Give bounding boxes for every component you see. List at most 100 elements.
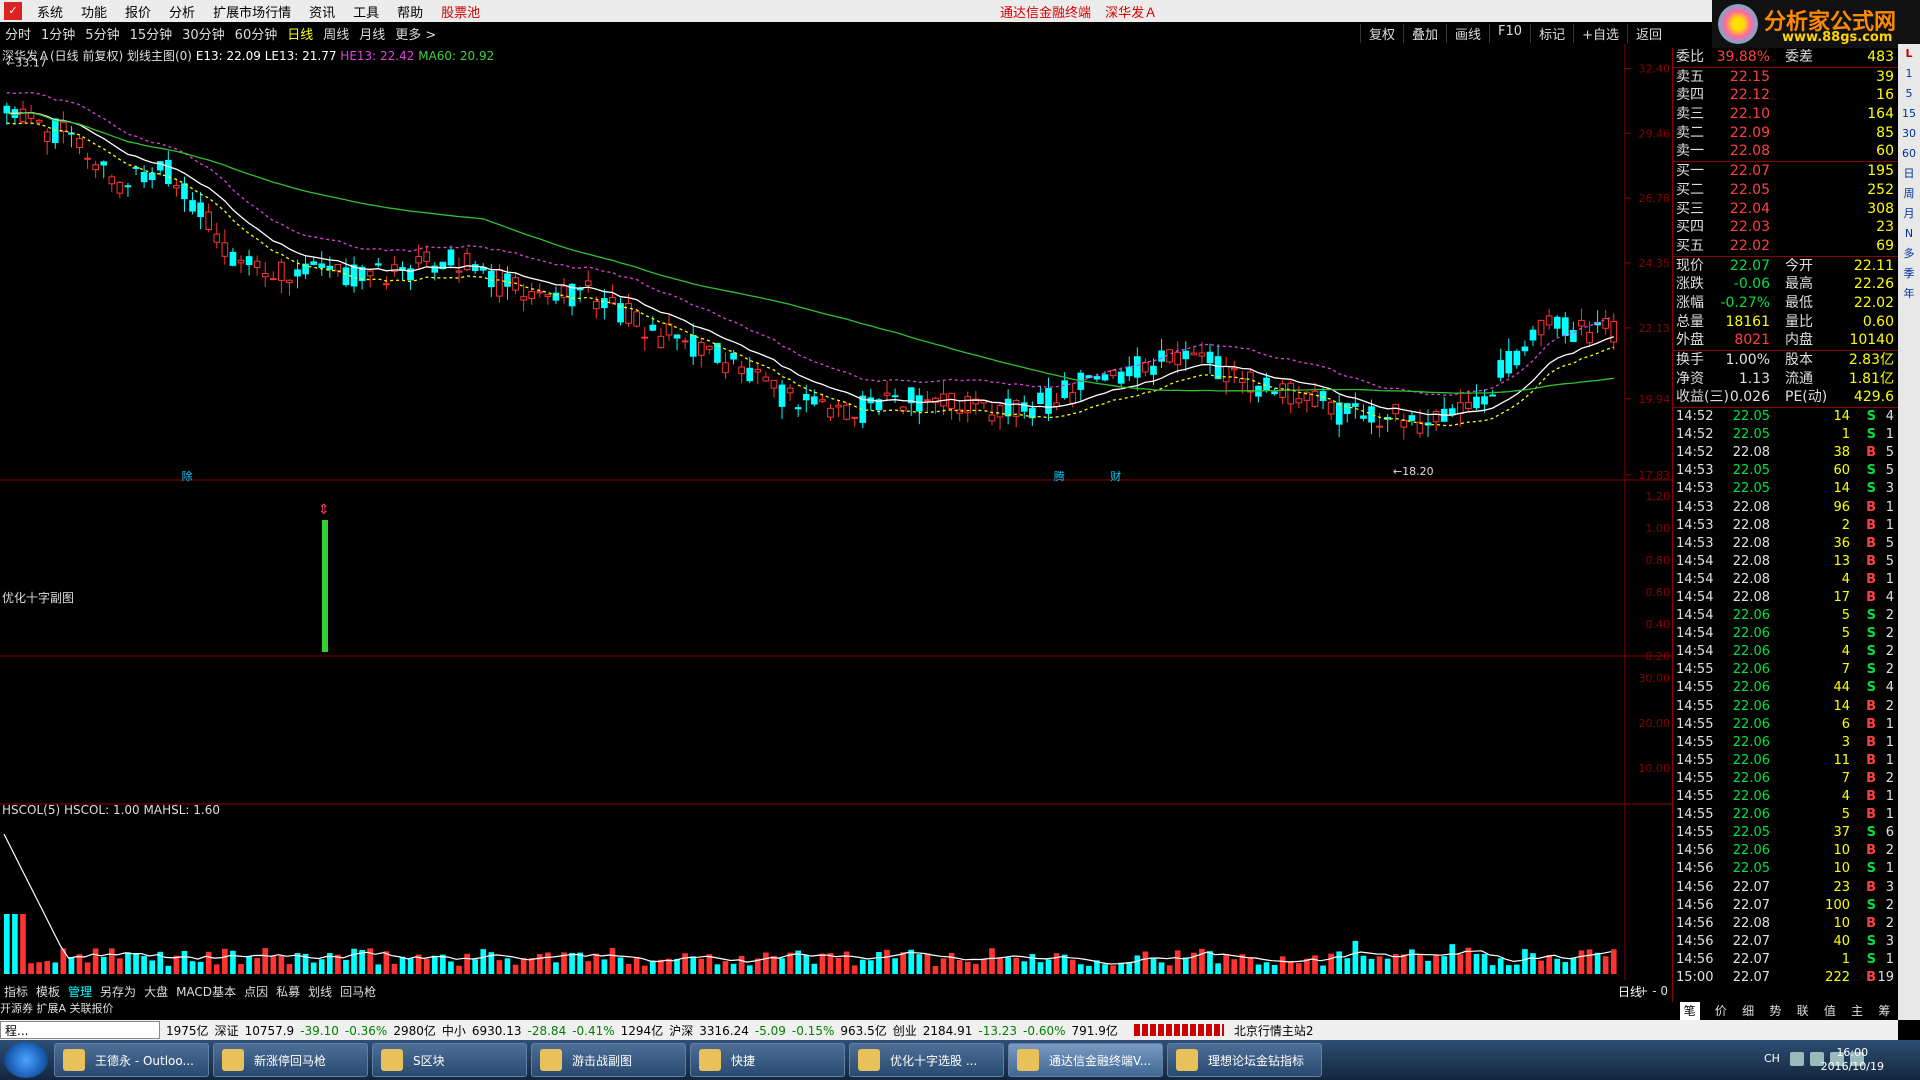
- f10-button[interactable]: F10: [1489, 23, 1530, 43]
- strip-item-日[interactable]: 日: [1904, 164, 1915, 184]
- bid-row[interactable]: 买一 22.07 195: [1673, 162, 1898, 181]
- server-name[interactable]: 北京行情主站2: [1234, 1022, 1314, 1039]
- taskbar-task[interactable]: S区块: [372, 1043, 527, 1077]
- tick-row: 14:55 22.06 7 S 2: [1673, 661, 1898, 679]
- quote-tab[interactable]: 势: [1769, 1002, 1781, 1020]
- turnover-bar: [1215, 963, 1221, 974]
- event-marker[interactable]: 腾: [1054, 469, 1065, 483]
- candle-body: [633, 311, 641, 327]
- strip-item-60[interactable]: 60: [1902, 144, 1916, 164]
- stat-label: 现价: [1676, 257, 1704, 274]
- back-button[interactable]: 返回: [1626, 23, 1670, 43]
- event-marker[interactable]: 财: [1110, 469, 1121, 483]
- folder-icon: [1176, 1049, 1198, 1071]
- language-indicator[interactable]: CH: [1764, 1052, 1780, 1065]
- turnover-bar: [1077, 964, 1084, 974]
- clock[interactable]: 16:00 2016/10/19: [1821, 1046, 1884, 1074]
- ask-row[interactable]: 卖四 22.12 16: [1673, 86, 1898, 105]
- strip-item-L[interactable]: L: [1905, 44, 1912, 64]
- draw-line-button[interactable]: 画线: [1446, 23, 1489, 43]
- tab-macd[interactable]: MACD基本: [172, 983, 240, 1000]
- overlay-button[interactable]: 叠加: [1403, 23, 1446, 43]
- strip-item-多[interactable]: 多: [1904, 244, 1915, 264]
- menu-help[interactable]: 帮助: [388, 2, 432, 21]
- tick-time: 14:54: [1676, 608, 1714, 624]
- quote-tab[interactable]: 主: [1851, 1002, 1863, 1020]
- bid-row[interactable]: 买二 22.05 252: [1673, 181, 1898, 200]
- turnover-bar: [1166, 965, 1173, 974]
- taskbar-task[interactable]: 快捷: [690, 1043, 845, 1077]
- period-5min[interactable]: 5分钟: [80, 24, 124, 43]
- menu-function[interactable]: 功能: [72, 2, 116, 21]
- candle-body: [512, 277, 519, 291]
- bid-row[interactable]: 买五 22.02 69: [1673, 237, 1898, 256]
- keyboard-icon[interactable]: [1790, 1052, 1804, 1066]
- tab-save-as[interactable]: 另存为: [96, 983, 140, 1000]
- event-marker[interactable]: 除: [182, 469, 193, 483]
- tab-indicator[interactable]: 指标: [0, 983, 32, 1000]
- period-intraday[interactable]: 分时: [0, 24, 36, 43]
- mini-window[interactable]: 程...: [0, 1021, 160, 1039]
- tab-private[interactable]: 私募: [272, 983, 304, 1000]
- taskbar-task[interactable]: 优化十字选股 ...: [849, 1043, 1004, 1077]
- period-60min[interactable]: 60分钟: [230, 24, 283, 43]
- strip-item-30[interactable]: 30: [1902, 124, 1916, 144]
- add-watchlist-button[interactable]: +自选: [1573, 23, 1627, 43]
- menu-quote[interactable]: 报价: [116, 2, 160, 21]
- menu-tools[interactable]: 工具: [344, 2, 388, 21]
- strip-item-15[interactable]: 15: [1902, 104, 1916, 124]
- period-15min[interactable]: 15分钟: [125, 24, 178, 43]
- quote-tab[interactable]: 笔: [1679, 1002, 1700, 1020]
- taskbar-task[interactable]: 王德永 - Outloo...: [54, 1043, 209, 1077]
- tab-template[interactable]: 模板: [32, 983, 64, 1000]
- price-chart[interactable]: ←33.17←18.20除腾财 ⇕ 32.4029.4626.7824.3522…: [0, 44, 1672, 1000]
- taskbar-task[interactable]: 游击战副图: [531, 1043, 686, 1077]
- quote-tab[interactable]: 联: [1797, 1002, 1809, 1020]
- menu-news[interactable]: 资讯: [300, 2, 344, 21]
- strip-item-季[interactable]: 季: [1904, 264, 1915, 284]
- ask-row[interactable]: 卖二 22.09 85: [1673, 124, 1898, 143]
- strip-item-5[interactable]: 5: [1906, 84, 1913, 104]
- strip-item-周[interactable]: 周: [1904, 184, 1915, 204]
- taskbar-task[interactable]: 通达信金融终端V...: [1008, 1043, 1163, 1077]
- period-daily[interactable]: 日线: [282, 24, 318, 43]
- tab-related-quote[interactable]: 关联报价: [70, 1002, 114, 1015]
- tick-price: 22.06: [1732, 644, 1770, 660]
- taskbar-task[interactable]: 理想论坛金钻指标: [1167, 1043, 1322, 1077]
- strip-item-1[interactable]: 1: [1906, 64, 1913, 84]
- period-weekly[interactable]: 周线: [318, 24, 354, 43]
- quote-tab[interactable]: 筹: [1878, 1002, 1890, 1020]
- tab-hui-ma-qiang[interactable]: 回马枪: [336, 983, 380, 1000]
- menu-system[interactable]: 系统: [28, 2, 72, 21]
- tab-market[interactable]: 大盘: [140, 983, 172, 1000]
- menu-extended-market[interactable]: 扩展市场行情: [204, 2, 300, 21]
- ask-row[interactable]: 卖五 22.15 39: [1673, 68, 1898, 87]
- period-more[interactable]: 更多 >: [390, 24, 441, 43]
- strip-item-年[interactable]: 年: [1904, 284, 1915, 304]
- bid-row[interactable]: 买四 22.03 23: [1673, 218, 1898, 237]
- tab-open-source[interactable]: 开源券: [0, 1002, 33, 1015]
- period-1min[interactable]: 1分钟: [36, 24, 80, 43]
- quote-tab[interactable]: 细: [1742, 1002, 1754, 1020]
- taskbar-task[interactable]: 新涨停回马枪: [213, 1043, 368, 1077]
- app-logo-icon[interactable]: ✓: [4, 2, 22, 20]
- bid-row[interactable]: 买三 22.04 308: [1673, 200, 1898, 219]
- tab-extend-a[interactable]: 扩展A: [37, 1002, 67, 1015]
- menu-stock-pool[interactable]: 股票池: [432, 2, 489, 21]
- period-monthly[interactable]: 月线: [354, 24, 390, 43]
- tab-draw[interactable]: 划线: [304, 983, 336, 1000]
- strip-item-月[interactable]: 月: [1904, 204, 1915, 224]
- tab-manage[interactable]: 管理: [64, 983, 96, 1000]
- zoom-controls[interactable]: + - 0: [1638, 984, 1668, 998]
- quote-tab[interactable]: 值: [1824, 1002, 1836, 1020]
- ask-row[interactable]: 卖一 22.08 60: [1673, 142, 1898, 161]
- start-button[interactable]: [4, 1042, 48, 1078]
- period-30min[interactable]: 30分钟: [177, 24, 230, 43]
- ask-row[interactable]: 卖三 22.10 164: [1673, 105, 1898, 124]
- restore-rights-button[interactable]: 复权: [1359, 23, 1403, 43]
- menu-analysis[interactable]: 分析: [160, 2, 204, 21]
- mark-button[interactable]: 标记: [1530, 23, 1573, 43]
- strip-item-N[interactable]: N: [1905, 224, 1913, 244]
- quote-tab[interactable]: 价: [1715, 1002, 1727, 1020]
- tab-point[interactable]: 点因: [240, 983, 272, 1000]
